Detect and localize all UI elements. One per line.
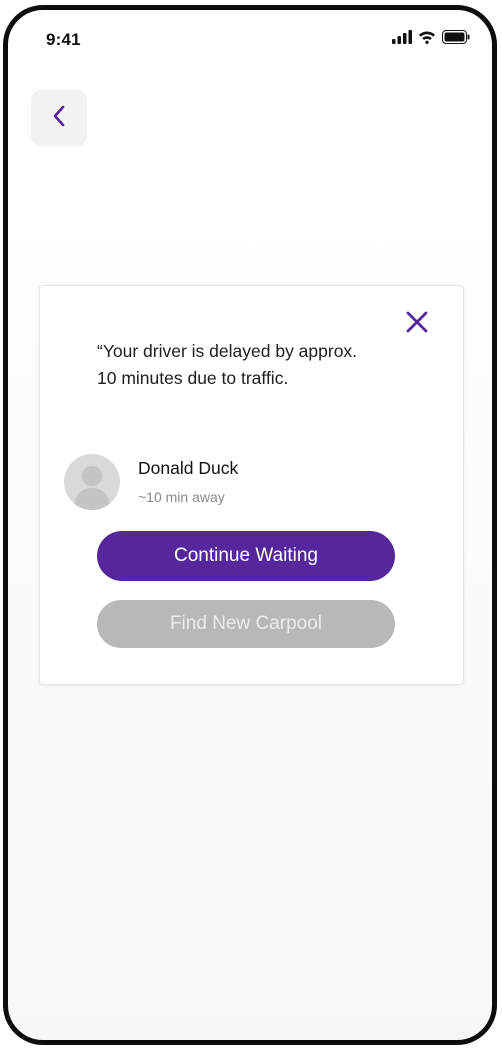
driver-name: Donald Duck (138, 458, 239, 478)
driver-eta: ~10 min away (138, 489, 225, 505)
back-button[interactable] (31, 90, 87, 146)
wifi-icon (418, 30, 436, 49)
chevron-left-icon (51, 104, 67, 133)
status-time: 9:41 (46, 30, 81, 49)
driver-avatar (64, 454, 120, 510)
status-bar: 9:41 (8, 10, 492, 70)
delay-dialog: “Your driver is delayed by approx. 10 mi… (39, 285, 464, 685)
continue-waiting-button[interactable]: Continue Waiting (97, 531, 395, 581)
cellular-signal-icon (392, 30, 412, 49)
status-icons (392, 30, 470, 49)
person-avatar-icon (64, 466, 120, 510)
close-icon (406, 311, 428, 338)
battery-icon (442, 30, 470, 49)
phone-frame: 9:41 “Your driver is delayed by approx. … (3, 5, 497, 1045)
find-new-carpool-button[interactable]: Find New Carpool (97, 600, 395, 648)
delay-message: “Your driver is delayed by approx. 10 mi… (97, 341, 358, 388)
close-button[interactable] (403, 310, 431, 338)
